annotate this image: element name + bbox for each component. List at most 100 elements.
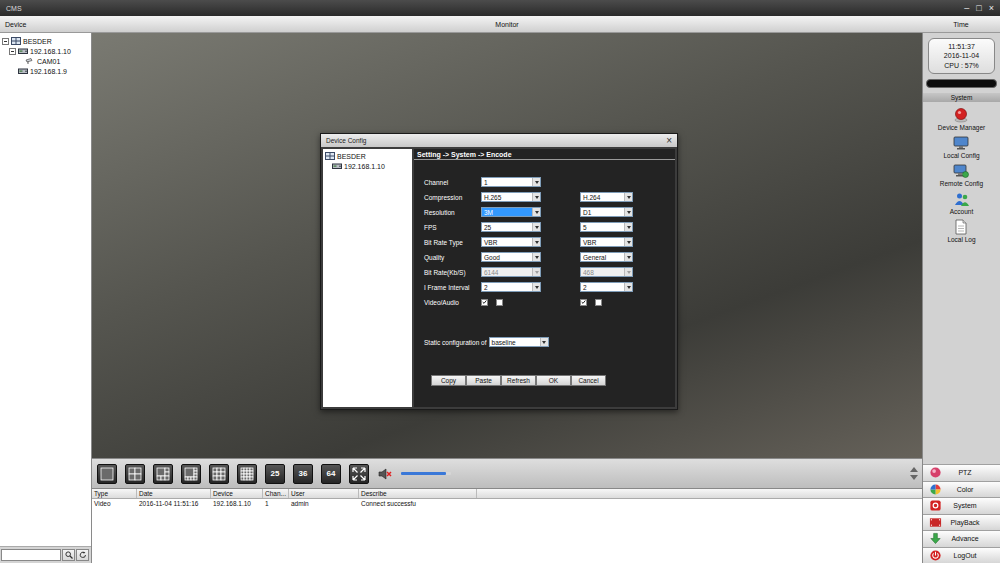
- dialog-button[interactable]: Refresh: [501, 375, 536, 386]
- column-header[interactable]: Type: [92, 489, 137, 498]
- dropdown-arrow-icon[interactable]: [532, 283, 540, 291]
- speaker-icon[interactable]: [377, 466, 393, 482]
- split-view-button[interactable]: [97, 464, 117, 484]
- split-view-button[interactable]: 36: [293, 464, 313, 484]
- fullscreen-button[interactable]: [349, 464, 369, 484]
- function-button[interactable]: PlayBack: [923, 514, 1000, 531]
- dropdown-arrow-icon[interactable]: [624, 283, 632, 291]
- tree-item[interactable]: 192.168.1.9: [0, 66, 91, 76]
- tree-item[interactable]: CAM01: [0, 56, 91, 66]
- column-header[interactable]: Describe: [359, 489, 477, 498]
- dropdown[interactable]: H.265: [481, 192, 541, 202]
- field-label: I Frame Interval: [424, 284, 481, 291]
- column-header[interactable]: User: [289, 489, 359, 498]
- volume-slider[interactable]: [401, 472, 451, 475]
- dropdown-arrow-icon[interactable]: [624, 253, 632, 261]
- column-header[interactable]: Device: [211, 489, 263, 498]
- dialog-button[interactable]: Copy: [431, 375, 466, 386]
- dropdown[interactable]: 25: [481, 222, 541, 232]
- dropdown-arrow-icon[interactable]: [624, 268, 632, 276]
- function-buttons: PTZColorSystemPlayBackAdvanceLogOut: [923, 464, 1000, 563]
- dropdown-arrow-icon[interactable]: [532, 178, 540, 186]
- split-view-button[interactable]: [153, 464, 173, 484]
- system-item[interactable]: Local Log: [947, 219, 975, 243]
- dropdown-arrow-icon[interactable]: [532, 223, 540, 231]
- device-header: Device: [0, 21, 92, 28]
- dialog-title-bar[interactable]: Device Config×: [321, 134, 677, 147]
- dropdown-arrow-icon[interactable]: [532, 238, 540, 246]
- close-button[interactable]: ×: [666, 136, 672, 146]
- dropdown[interactable]: General: [580, 252, 633, 262]
- window-control[interactable]: –: [964, 4, 969, 13]
- dropdown-arrow-icon[interactable]: [624, 223, 632, 231]
- window-controls: –□ ×: [964, 4, 994, 13]
- function-button[interactable]: LogOut: [923, 547, 1000, 563]
- split-view-button[interactable]: 64: [321, 464, 341, 484]
- split-view-button[interactable]: [181, 464, 201, 484]
- function-button[interactable]: Color: [923, 481, 1000, 498]
- dropdown[interactable]: VBR: [481, 237, 541, 247]
- scroll-up-icon[interactable]: [910, 467, 918, 472]
- dropdown-arrow-icon[interactable]: [532, 253, 540, 261]
- grid-layout-icon: [99, 466, 115, 482]
- search-input[interactable]: [1, 549, 61, 561]
- tree-item[interactable]: 192.168.1.10: [0, 46, 91, 56]
- checkbox[interactable]: [496, 299, 503, 306]
- dropdown[interactable]: 1: [481, 177, 541, 187]
- dropdown-arrow-icon[interactable]: [624, 208, 632, 216]
- expand-icon[interactable]: [2, 38, 9, 45]
- dropdown[interactable]: D1: [580, 207, 633, 217]
- system-item[interactable]: Device Manager: [938, 107, 985, 131]
- dropdown-arrow-icon[interactable]: [532, 268, 540, 276]
- scroll-down-icon[interactable]: [910, 475, 918, 480]
- dropdown: 6144: [481, 267, 541, 277]
- dialog-button[interactable]: Paste: [466, 375, 501, 386]
- tree-item[interactable]: 192.168.1.10: [323, 161, 412, 171]
- column-header[interactable]: Date: [137, 489, 211, 498]
- dropdown-arrow-icon[interactable]: [532, 208, 540, 216]
- dropdown-value: Good: [482, 253, 532, 261]
- dropdown-arrow-icon[interactable]: [624, 238, 632, 246]
- dropdown[interactable]: Good: [481, 252, 541, 262]
- log-row[interactable]: Video2016-11-04 11:51:16192.168.1.101adm…: [92, 499, 922, 508]
- window-control[interactable]: ×: [989, 4, 994, 13]
- dropdown-value: 6144: [482, 268, 532, 276]
- field-label: FPS: [424, 224, 481, 231]
- color-wheel-icon: [929, 483, 942, 496]
- split-view-button[interactable]: [237, 464, 257, 484]
- dropdown-arrow-icon[interactable]: [624, 193, 632, 201]
- dropdown-arrow-icon[interactable]: [540, 338, 548, 346]
- video-feed[interactable]: Device Config×BESDER192.168.1.10Setting …: [92, 33, 922, 458]
- tree-item[interactable]: BESDER: [0, 36, 91, 46]
- split-view-button[interactable]: [125, 464, 145, 484]
- checkbox[interactable]: [481, 299, 488, 306]
- dialog-button[interactable]: Cancel: [571, 375, 606, 386]
- system-item[interactable]: Local Config: [943, 135, 979, 159]
- dropdown-arrow-icon[interactable]: [532, 193, 540, 201]
- dialog-button[interactable]: OK: [536, 375, 571, 386]
- search-button[interactable]: [62, 549, 75, 561]
- split-view-button[interactable]: [209, 464, 229, 484]
- dropdown[interactable]: 5: [580, 222, 633, 232]
- refresh-button[interactable]: [76, 549, 89, 561]
- dropdown[interactable]: baseline: [489, 337, 549, 347]
- checkbox[interactable]: [595, 299, 602, 306]
- checkbox[interactable]: [580, 299, 587, 306]
- dropdown[interactable]: 3M: [481, 207, 541, 217]
- dropdown[interactable]: H.264: [580, 192, 633, 202]
- system-item[interactable]: Account: [950, 191, 974, 215]
- window-control[interactable]: □: [976, 4, 981, 13]
- dropdown[interactable]: 2: [580, 282, 633, 292]
- column-header[interactable]: Chan...: [263, 489, 289, 498]
- expand-icon[interactable]: [9, 48, 16, 55]
- clock: 11:51:372016-11-04CPU : 57%: [928, 38, 995, 74]
- function-button[interactable]: Advance: [923, 530, 1000, 547]
- function-button[interactable]: PTZ: [923, 464, 1000, 481]
- function-button[interactable]: System: [923, 497, 1000, 514]
- tree-item[interactable]: BESDER: [323, 151, 412, 161]
- dropdown[interactable]: 2: [481, 282, 541, 292]
- system-item[interactable]: Remote Config: [940, 163, 983, 187]
- dropdown[interactable]: VBR: [580, 237, 633, 247]
- film-icon: [929, 516, 942, 529]
- split-view-button[interactable]: 25: [265, 464, 285, 484]
